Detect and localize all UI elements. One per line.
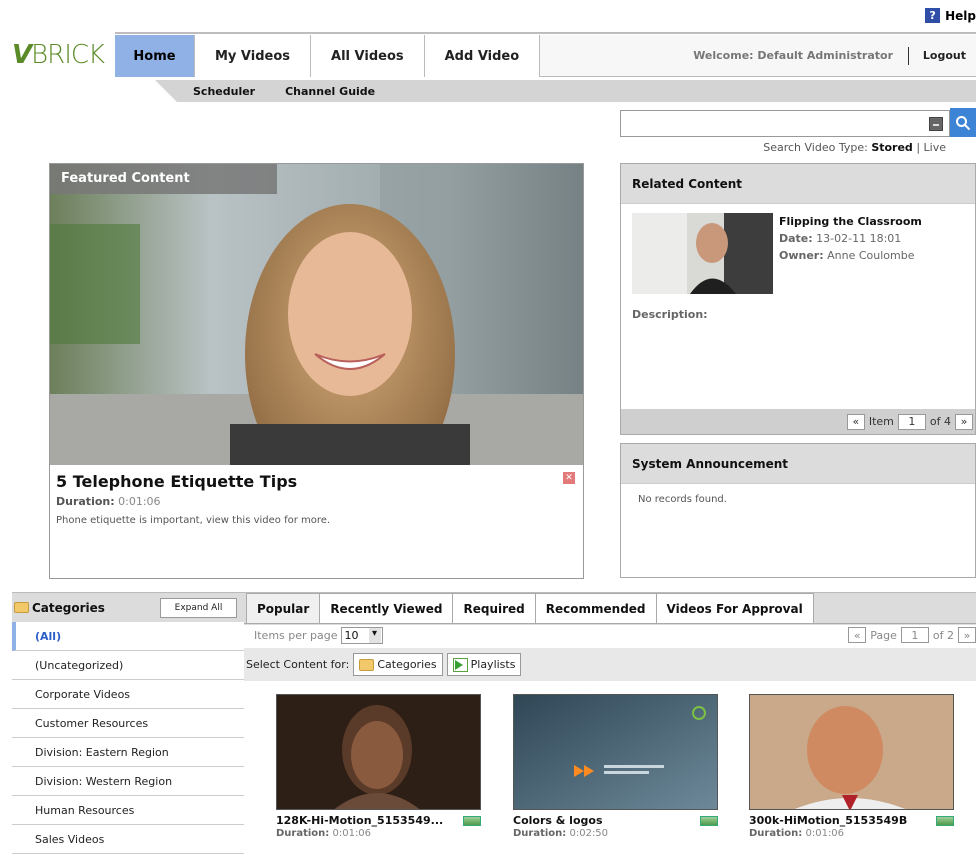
featured-content-panel: Featured Content 5 Telephone Etiquette T… (49, 163, 584, 579)
featured-video-thumbnail[interactable]: Featured Content (50, 164, 583, 465)
select-content-label: Select Content for: (246, 658, 350, 671)
content-pager: « Page 1 of 2 » (848, 627, 976, 643)
related-date: Date: 13-02-11 18:01 (779, 232, 902, 245)
video-image (277, 695, 480, 809)
playlists-button[interactable]: Playlists (446, 653, 522, 676)
video-duration: Duration: 0:01:06 (749, 828, 845, 839)
tab-recommended[interactable]: Recommended (534, 593, 657, 623)
categories-button[interactable]: Categories (353, 653, 443, 676)
related-pager: « Item 1 of 4 » (621, 409, 975, 434)
close-icon[interactable]: ✕ (563, 472, 575, 484)
video-thumbnail[interactable] (276, 694, 481, 810)
related-description-label: Description: (632, 308, 708, 321)
video-thumbnail[interactable] (513, 694, 718, 810)
related-video-thumbnail[interactable] (632, 213, 773, 294)
search-video-type: Search Video Type: Stored | Live (763, 141, 946, 154)
video-duration: Duration: 0:01:06 (276, 828, 372, 839)
video-icon (463, 815, 481, 826)
video-icon (700, 815, 718, 826)
items-per-page-select[interactable]: 10 (340, 627, 383, 644)
related-owner: Owner: Anne Coulombe (779, 249, 915, 262)
featured-image (50, 164, 583, 465)
folder-icon (359, 658, 375, 671)
search-type-live[interactable]: Live (924, 141, 946, 154)
featured-description: Phone etiquette is important, view this … (56, 515, 331, 526)
related-header: Related Content (621, 164, 975, 204)
welcome-text: Welcome: Default Administrator (693, 49, 893, 62)
top-divider (115, 32, 976, 34)
search-button[interactable] (950, 108, 976, 137)
announcement-header: System Announcement (621, 444, 975, 484)
sub-nav: Scheduler Channel Guide (155, 80, 976, 102)
video-duration: Duration: 0:02:50 (513, 828, 609, 839)
video-image (750, 695, 953, 809)
subnav-scheduler[interactable]: Scheduler (193, 85, 255, 98)
category-uncategorized[interactable]: (Uncategorized) (12, 651, 244, 680)
nav-home[interactable]: Home (115, 35, 195, 77)
video-title[interactable]: 128K-Hi-Motion_5153549... (276, 814, 443, 827)
related-image (632, 213, 773, 294)
tab-popular[interactable]: Popular (246, 593, 321, 623)
video-image (514, 695, 717, 809)
category-all[interactable]: (All) (12, 622, 244, 651)
video-card[interactable]: Colors & logos Duration: 0:02:50 (513, 694, 718, 839)
main-nav: Home My Videos All Videos Add Video Welc… (115, 35, 976, 77)
prev-item-button[interactable]: « (846, 413, 865, 430)
search-input[interactable] (620, 110, 950, 137)
prev-page-button[interactable]: « (848, 627, 867, 643)
help-label: Help (945, 8, 976, 23)
search-type-stored[interactable]: Stored (871, 141, 913, 154)
featured-header: Featured Content (50, 164, 277, 194)
related-title[interactable]: Flipping the Classroom (779, 215, 922, 228)
subnav-channel-guide[interactable]: Channel Guide (285, 85, 375, 98)
category-customer-resources[interactable]: Customer Resources (12, 709, 244, 738)
nav-separator (908, 47, 909, 65)
featured-duration: Duration: 0:01:06 (56, 495, 161, 508)
category-corporate-videos[interactable]: Corporate Videos (12, 680, 244, 709)
video-thumbnail[interactable] (749, 694, 954, 810)
nav-my-videos[interactable]: My Videos (195, 35, 312, 77)
related-content-panel: Related Content Flipping the Classroom D… (620, 163, 976, 435)
next-item-button[interactable]: » (955, 413, 973, 430)
video-title[interactable]: 300k-HiMotion_5153549B (749, 814, 907, 827)
item-of-label: of 4 (929, 415, 951, 428)
categories-header: Categories Expand All (12, 592, 244, 622)
page-number-input[interactable]: 1 (900, 627, 929, 643)
video-icon (936, 815, 954, 826)
folder-icon (14, 602, 29, 613)
expand-all-button[interactable]: Expand All (160, 598, 237, 618)
category-sales-videos[interactable]: Sales Videos (12, 825, 244, 854)
tab-videos-for-approval[interactable]: Videos For Approval (655, 593, 814, 623)
help-icon: ? (925, 8, 941, 23)
tab-required[interactable]: Required (452, 593, 536, 623)
search-icon (956, 115, 971, 130)
nav-all-videos[interactable]: All Videos (311, 35, 425, 77)
content-tabs: Popular Recently Viewed Required Recomme… (244, 592, 976, 624)
nav-add-video[interactable]: Add Video (424, 35, 541, 77)
select-content-bar: Select Content for: Categories Playlists (244, 648, 976, 681)
help-link[interactable]: ? Help (925, 8, 976, 23)
next-page-button[interactable]: » (958, 627, 976, 643)
vbrick-logo[interactable]: VBRICK (12, 40, 105, 70)
featured-title[interactable]: 5 Telephone Etiquette Tips (56, 472, 297, 491)
announcement-text: No records found. (638, 494, 727, 505)
video-card[interactable]: 300k-HiMotion_5153549B Duration: 0:01:06 (749, 694, 954, 839)
system-announcement-panel: System Announcement No records found. (620, 443, 976, 578)
item-label: Item (868, 415, 894, 428)
category-western-region[interactable]: Division: Western Region (12, 767, 244, 796)
items-per-page: Items per page 10 (254, 627, 383, 644)
item-number-input[interactable]: 1 (897, 413, 926, 430)
video-card[interactable]: 128K-Hi-Motion_5153549... Duration: 0:01… (276, 694, 481, 839)
video-title[interactable]: Colors & logos (513, 814, 603, 827)
categories-panel: Categories Expand All (All) (Uncategoriz… (12, 592, 244, 855)
logout-link[interactable]: Logout (923, 49, 966, 62)
playlist-icon (452, 657, 468, 672)
tab-recently-viewed[interactable]: Recently Viewed (319, 593, 454, 623)
category-human-resources[interactable]: Human Resources (12, 796, 244, 825)
clear-icon[interactable] (929, 117, 943, 131)
category-eastern-region[interactable]: Division: Eastern Region (12, 738, 244, 767)
